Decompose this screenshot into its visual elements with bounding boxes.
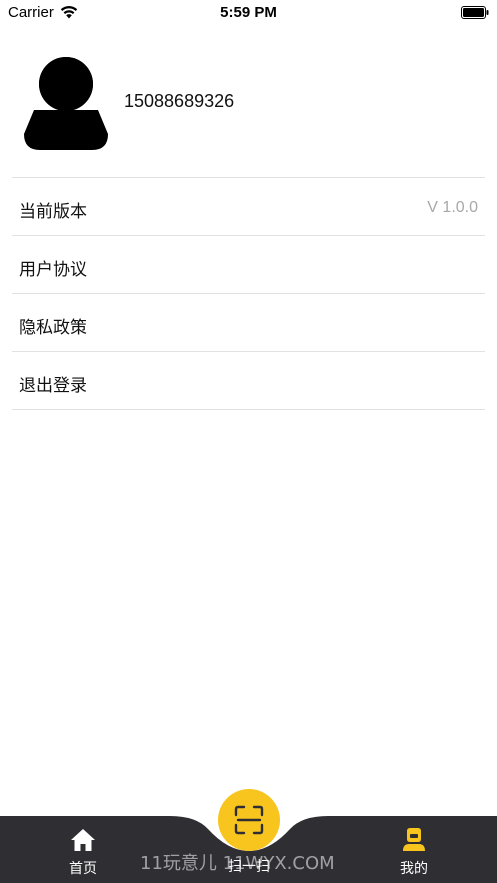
battery-icon <box>461 6 489 19</box>
tab-home[interactable]: 首页 <box>53 827 113 878</box>
user-silhouette-icon[interactable] <box>22 54 110 150</box>
scan-icon <box>234 805 264 835</box>
scan-button[interactable] <box>218 789 280 851</box>
menu-item-label: 当前版本 <box>19 202 87 222</box>
screen: Carrier 5:59 PM 15088689326 当前版本 V 1.0.0… <box>0 0 497 883</box>
tab-home-label: 首页 <box>69 861 97 877</box>
status-bar: Carrier 5:59 PM <box>0 0 497 26</box>
menu-list: 当前版本 V 1.0.0 用户协议 隐私政策 退出登录 <box>12 177 485 410</box>
menu-item-user-agreement[interactable]: 用户协议 <box>12 236 485 294</box>
watermark: 11玩意儿 11WYX.COM <box>140 853 335 874</box>
menu-item-privacy-policy[interactable]: 隐私政策 <box>12 294 485 352</box>
home-icon <box>71 829 95 851</box>
version-value: V 1.0.0 <box>427 199 478 216</box>
menu-item-label: 用户协议 <box>19 260 87 280</box>
status-time: 5:59 PM <box>220 4 277 21</box>
phone-number: 15088689326 <box>124 91 235 111</box>
menu-item-version[interactable]: 当前版本 V 1.0.0 <box>12 178 485 236</box>
tab-mine-label: 我的 <box>400 861 428 877</box>
menu-item-logout[interactable]: 退出登录 <box>12 352 485 410</box>
profile-header: 15088689326 <box>0 50 497 155</box>
user-icon <box>403 828 425 851</box>
menu-item-label: 隐私政策 <box>19 318 87 338</box>
tab-mine[interactable]: 我的 <box>384 827 444 878</box>
menu-item-label: 退出登录 <box>19 376 87 396</box>
